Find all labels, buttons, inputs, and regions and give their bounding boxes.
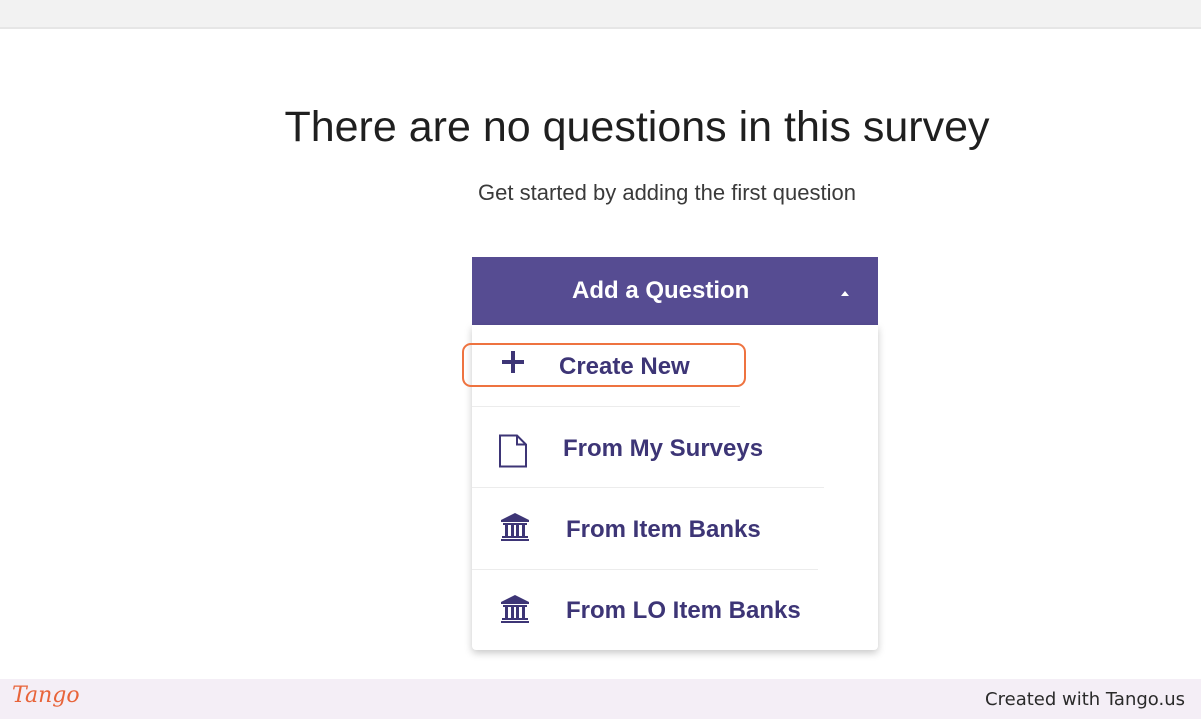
empty-state-subtitle: Get started by adding the first question [478, 180, 856, 205]
tango-logo: Tango [12, 683, 80, 708]
add-question-button[interactable]: Add a Question [472, 257, 878, 325]
menu-item-label: From My Surveys [563, 435, 764, 462]
menu-item-label: Create New [559, 353, 690, 380]
chevron-up-icon [841, 291, 849, 296]
plus-icon [502, 351, 524, 373]
created-with-text: Created with Tango.us [985, 689, 1185, 710]
menu-item-label: From LO Item Banks [566, 597, 801, 624]
tango-footer: Tango Created with Tango.us [0, 679, 1201, 719]
menu-item-create-new[interactable]: Create New [462, 325, 878, 405]
bank-icon [501, 513, 529, 541]
menu-item-from-lo-item-banks[interactable]: From LO Item Banks [472, 570, 878, 650]
menu-item-from-item-banks[interactable]: From Item Banks [472, 488, 878, 568]
menu-item-label: From Item Banks [566, 516, 761, 543]
add-question-label: Add a Question [572, 277, 750, 304]
menu-item-from-my-surveys[interactable]: From My Surveys [472, 407, 878, 487]
empty-state-title: There are no questions in this survey [284, 103, 990, 151]
document-icon [499, 434, 527, 468]
add-question-dropdown: Create New From My Surveys From Item Ban… [462, 325, 878, 650]
bank-icon [501, 595, 529, 623]
top-toolbar-strip [0, 0, 1201, 29]
